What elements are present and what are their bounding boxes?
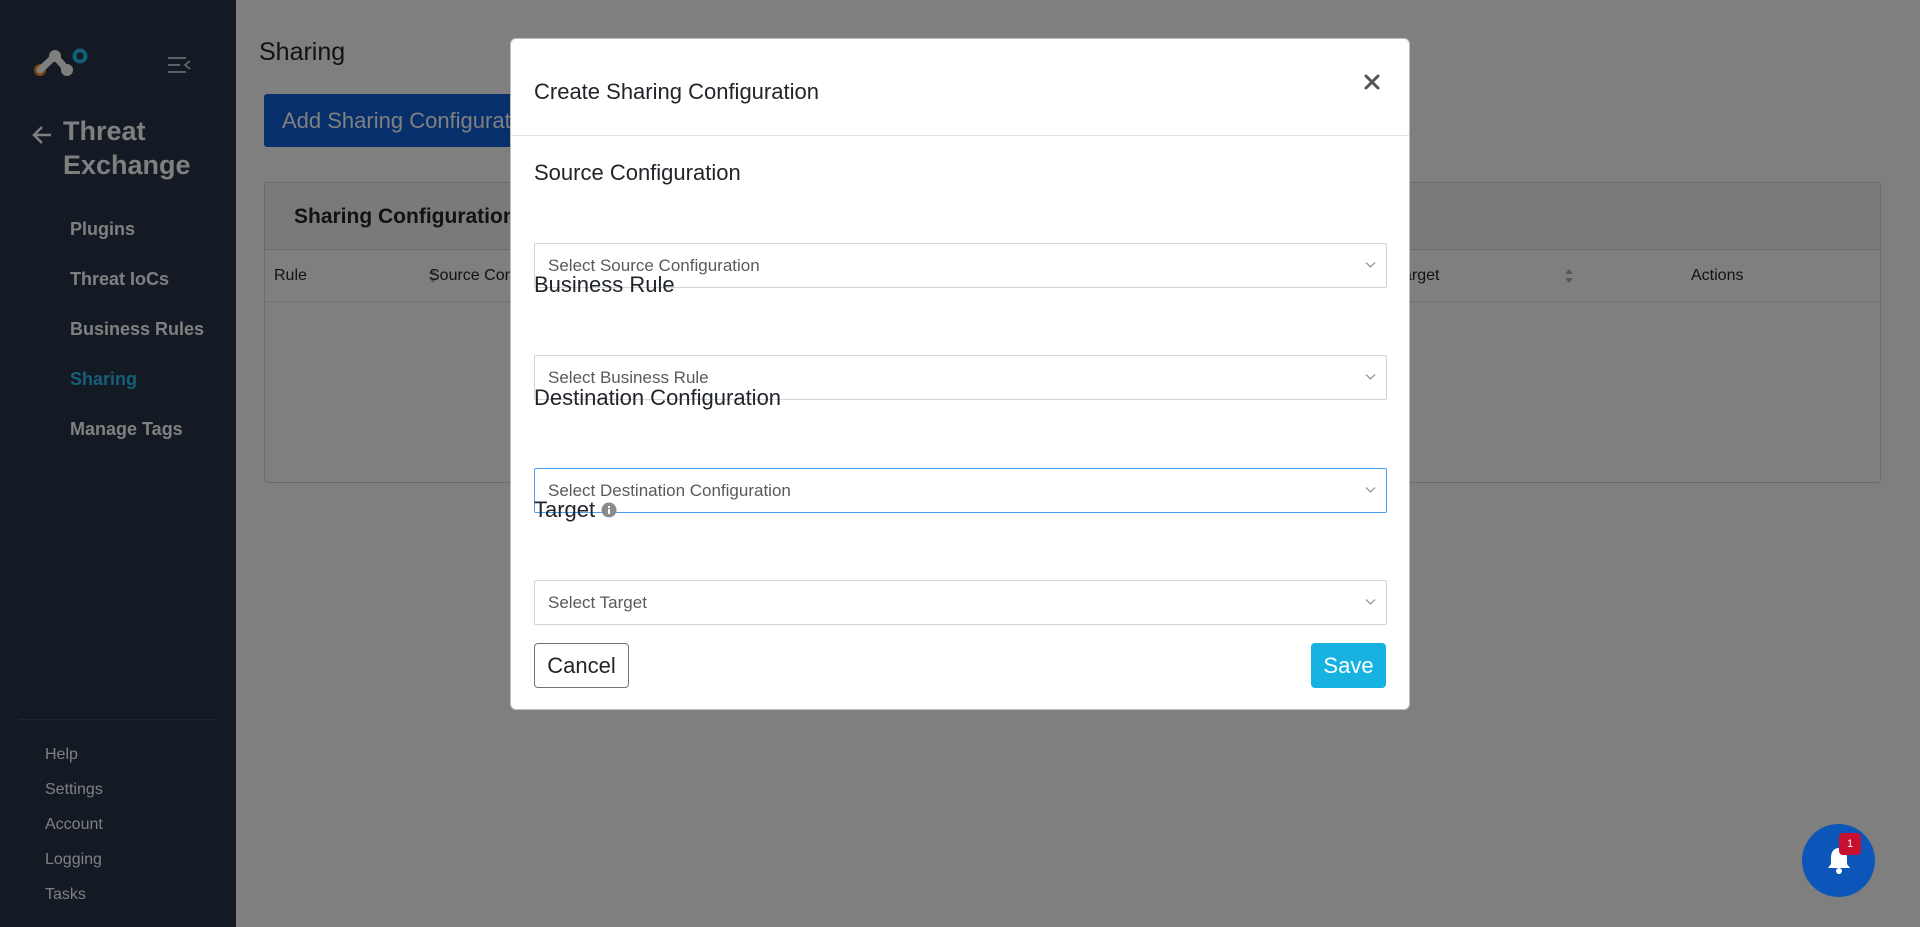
info-icon[interactable] <box>601 502 617 518</box>
notification-count-badge: 1 <box>1839 833 1861 855</box>
destination-configuration-select[interactable]: Select Destination Configuration <box>534 468 1387 513</box>
target-label-group: Target <box>534 497 617 523</box>
save-button[interactable]: Save <box>1311 643 1386 688</box>
cancel-button[interactable]: Cancel <box>534 643 629 688</box>
business-rule-label: Business Rule <box>534 272 675 297</box>
create-sharing-configuration-modal: Create Sharing Configuration Source Conf… <box>510 38 1410 710</box>
chevron-down-icon <box>1365 487 1376 493</box>
target-label: Target <box>534 497 596 522</box>
modal-header: Create Sharing Configuration <box>511 39 1409 136</box>
close-icon[interactable] <box>1359 69 1385 95</box>
source-configuration-label: Source Configuration <box>534 160 741 185</box>
destination-configuration-label: Destination Configuration <box>534 385 782 410</box>
chevron-down-icon <box>1365 599 1376 605</box>
notifications-button[interactable]: 1 <box>1802 824 1875 897</box>
target-select[interactable]: Select Target <box>534 580 1387 625</box>
target-placeholder: Select Target <box>548 593 647 612</box>
chevron-down-icon <box>1365 374 1376 380</box>
modal-title: Create Sharing Configuration <box>534 79 819 104</box>
chevron-down-icon <box>1365 262 1376 268</box>
